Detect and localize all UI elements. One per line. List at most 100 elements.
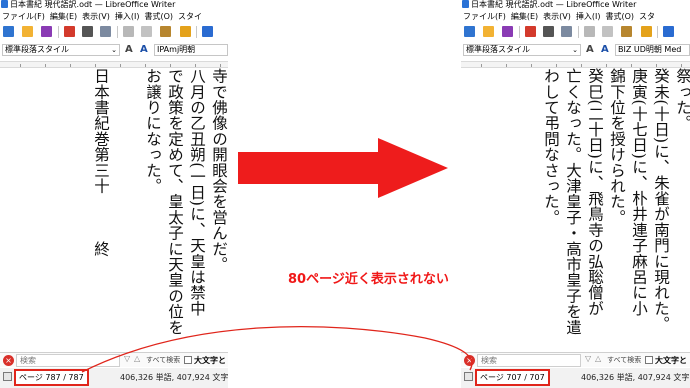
find-next-icon[interactable]: △ bbox=[134, 354, 140, 363]
writer-app-icon bbox=[462, 0, 469, 8]
text-line: 祭った。 bbox=[674, 68, 690, 131]
match-case-label: 大文字と bbox=[194, 356, 226, 365]
match-case-checkbox[interactable] bbox=[184, 356, 192, 364]
paste-icon[interactable] bbox=[160, 26, 171, 37]
text-line: お譲りになった。 bbox=[144, 68, 162, 194]
horizontal-ruler[interactable] bbox=[0, 61, 228, 68]
paragraph-style-value: 標準段落スタイル bbox=[5, 45, 69, 54]
menu-view[interactable]: 表示(V) bbox=[543, 12, 571, 21]
find-toolbar: × 検索 ▽ △ すべて検索 大文字と bbox=[0, 352, 228, 367]
text-line: 寺で佛像の開眼会を営んだ。 bbox=[210, 68, 228, 273]
standard-toolbar bbox=[0, 24, 228, 40]
page-indicator[interactable]: ページ 787 / 787 bbox=[14, 369, 89, 386]
title-bar: 日本書紀 現代語訳.odt — LibreOffice Writer bbox=[461, 0, 690, 10]
status-bar: ページ 707 / 707 406,326 単語, 407,924 文字 bbox=[461, 368, 690, 388]
new-style-icon[interactable]: A bbox=[125, 43, 133, 57]
menu-bar: ファイル(F) 編集(E) 表示(V) 挿入(I) 書式(O) スタ bbox=[461, 11, 690, 23]
paragraph-style-dropdown[interactable]: 標準段落スタイル ⌄ bbox=[463, 44, 581, 56]
menu-styles[interactable]: スタイ bbox=[178, 12, 202, 21]
paste-icon[interactable] bbox=[621, 26, 632, 37]
writer-app-icon bbox=[1, 0, 8, 8]
window-title: 日本書紀 現代語訳.odt — LibreOffice Writer bbox=[471, 0, 637, 9]
print-preview-icon[interactable] bbox=[561, 26, 572, 37]
document-area[interactable]: 祭った。 癸未(十日)に、朱雀が南門に現れた。 庚寅(十七日)に、朴井連子麻呂に… bbox=[461, 68, 690, 350]
menu-edit[interactable]: 編集(E) bbox=[50, 12, 77, 21]
document-area[interactable]: 寺で佛像の開眼会を営んだ。 八月の乙丑朔(一日)に、天皇は禁中 で政策を定めて、… bbox=[0, 68, 228, 350]
font-color-icon[interactable]: A bbox=[140, 43, 148, 57]
toolbar-separator bbox=[519, 26, 520, 38]
find-previous-icon[interactable]: ▽ bbox=[124, 354, 130, 363]
window-title: 日本書紀 現代語訳.odt — LibreOffice Writer bbox=[10, 0, 176, 9]
print-icon[interactable] bbox=[543, 26, 554, 37]
font-name-value: BIZ UD明朝 Med bbox=[618, 45, 682, 54]
word-count: 406,326 単語, 407,924 文字 bbox=[581, 373, 690, 382]
toolbar-separator bbox=[657, 26, 658, 38]
text-line: わして弔問なさった。 bbox=[542, 68, 560, 225]
chevron-down-icon: ⌄ bbox=[111, 46, 117, 54]
text-line: 錦下位を授けられた。 bbox=[608, 68, 626, 225]
document-icon bbox=[3, 372, 12, 381]
clone-formatting-icon[interactable] bbox=[641, 26, 652, 37]
search-input[interactable]: 検索 bbox=[16, 354, 120, 367]
menu-file[interactable]: ファイル(F) bbox=[2, 12, 45, 21]
save-icon[interactable] bbox=[41, 26, 52, 37]
font-color-icon[interactable]: A bbox=[601, 43, 609, 57]
font-name-value: IPAmj明朝 bbox=[157, 45, 196, 54]
find-next-icon[interactable]: △ bbox=[595, 354, 601, 363]
match-case-checkbox[interactable] bbox=[645, 356, 653, 364]
text-line: 亡くなった。大津皇子・高市皇子を遣 bbox=[564, 68, 582, 335]
page-indicator[interactable]: ページ 707 / 707 bbox=[475, 369, 550, 386]
match-case-label: 大文字と bbox=[655, 356, 687, 365]
menu-file[interactable]: ファイル(F) bbox=[463, 12, 506, 21]
new-style-icon[interactable]: A bbox=[586, 43, 594, 57]
cut-icon[interactable] bbox=[123, 26, 134, 37]
text-line: 日本書紀巻第三十 終 bbox=[92, 68, 110, 257]
copy-icon[interactable] bbox=[141, 26, 152, 37]
undo-icon[interactable] bbox=[663, 26, 674, 37]
text-line: 八月の乙丑朔(一日)に、天皇は禁中 bbox=[188, 68, 206, 316]
open-folder-icon[interactable] bbox=[483, 26, 494, 37]
status-bar: ページ 787 / 787 406,326 単語, 407,924 文字 bbox=[0, 368, 228, 388]
export-pdf-icon[interactable] bbox=[64, 26, 75, 37]
cut-icon[interactable] bbox=[584, 26, 595, 37]
horizontal-ruler[interactable] bbox=[461, 61, 690, 68]
formatting-toolbar: 標準段落スタイル ⌄ A A IPAmj明朝 bbox=[0, 43, 228, 57]
copy-icon[interactable] bbox=[602, 26, 613, 37]
save-icon[interactable] bbox=[502, 26, 513, 37]
new-document-icon[interactable] bbox=[3, 26, 14, 37]
new-document-icon[interactable] bbox=[464, 26, 475, 37]
font-name-box[interactable]: IPAmj明朝 bbox=[154, 44, 228, 56]
font-name-box[interactable]: BIZ UD明朝 Med bbox=[615, 44, 690, 56]
standard-toolbar bbox=[461, 24, 690, 40]
export-pdf-icon[interactable] bbox=[525, 26, 536, 37]
undo-icon[interactable] bbox=[202, 26, 213, 37]
menu-format[interactable]: 書式(O) bbox=[605, 12, 634, 21]
menu-styles[interactable]: スタ bbox=[639, 12, 655, 21]
right-writer-window: 日本書紀 現代語訳.odt — LibreOffice Writer ファイル(… bbox=[461, 0, 690, 388]
text-line: 癸巳(二十日)に、飛鳥寺の弘聡僧が bbox=[586, 68, 604, 316]
clone-formatting-icon[interactable] bbox=[180, 26, 191, 37]
find-all-button[interactable]: すべて検索 bbox=[146, 355, 180, 365]
menu-format[interactable]: 書式(O) bbox=[144, 12, 173, 21]
find-all-button[interactable]: すべて検索 bbox=[607, 355, 641, 365]
menu-insert[interactable]: 挿入(I) bbox=[576, 12, 601, 21]
menu-view[interactable]: 表示(V) bbox=[82, 12, 110, 21]
close-find-icon[interactable]: × bbox=[464, 355, 475, 366]
toolbar-separator bbox=[578, 26, 579, 38]
print-preview-icon[interactable] bbox=[100, 26, 111, 37]
menu-insert[interactable]: 挿入(I) bbox=[115, 12, 140, 21]
annotation-text: 80ページ近く表示されない bbox=[288, 272, 449, 287]
find-previous-icon[interactable]: ▽ bbox=[585, 354, 591, 363]
close-find-icon[interactable]: × bbox=[3, 355, 14, 366]
document-icon bbox=[464, 372, 473, 381]
word-count: 406,326 単語, 407,924 文字 bbox=[120, 373, 228, 382]
toolbar-separator bbox=[58, 26, 59, 38]
paragraph-style-value: 標準段落スタイル bbox=[466, 45, 530, 54]
left-writer-window: 日本書紀 現代語訳.odt — LibreOffice Writer ファイル(… bbox=[0, 0, 228, 388]
open-folder-icon[interactable] bbox=[22, 26, 33, 37]
right-arrow-icon bbox=[238, 138, 448, 198]
menu-edit[interactable]: 編集(E) bbox=[511, 12, 538, 21]
search-input[interactable]: 検索 bbox=[477, 354, 581, 367]
paragraph-style-dropdown[interactable]: 標準段落スタイル ⌄ bbox=[2, 44, 120, 56]
print-icon[interactable] bbox=[82, 26, 93, 37]
